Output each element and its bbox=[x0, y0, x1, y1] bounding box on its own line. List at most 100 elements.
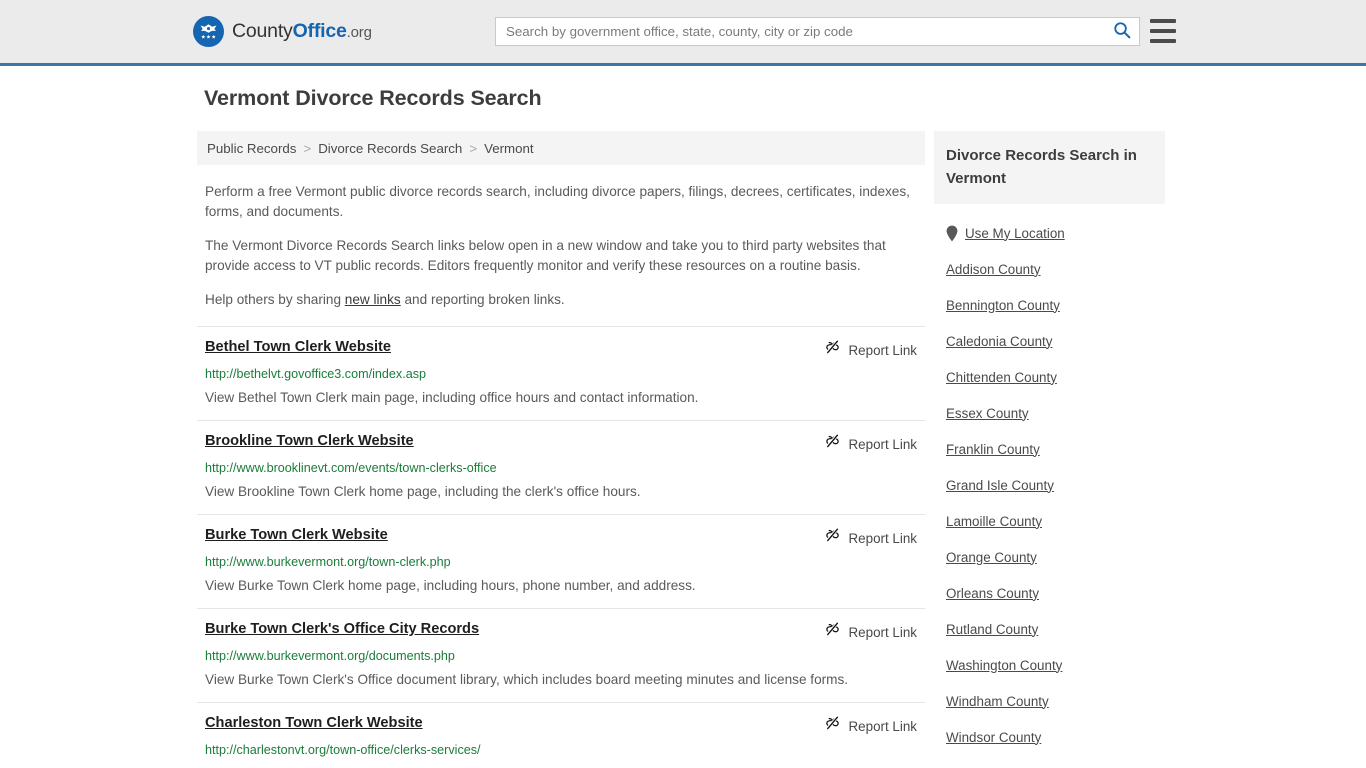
listing-item: Bethel Town Clerk Website Report Link ht… bbox=[197, 326, 925, 420]
county-link[interactable]: Rutland County bbox=[946, 622, 1038, 637]
sidebar-item-use-my-location[interactable]: Use My Location bbox=[946, 215, 1165, 251]
breadcrumb: Public Records > Divorce Records Search … bbox=[197, 131, 925, 165]
broken-link-icon bbox=[824, 527, 841, 549]
breadcrumb-item-vermont: Vermont bbox=[484, 140, 534, 156]
sidebar-item-county[interactable]: Essex County bbox=[946, 395, 1165, 431]
county-link[interactable]: Windsor County bbox=[946, 730, 1041, 745]
sidebar-item-county[interactable]: Caledonia County bbox=[946, 323, 1165, 359]
county-link[interactable]: Orleans County bbox=[946, 586, 1039, 601]
menu-bar-3 bbox=[1150, 39, 1176, 43]
menu-bar-1 bbox=[1150, 19, 1176, 23]
sidebar-item-county[interactable]: Washington County bbox=[946, 647, 1165, 683]
listing-description: View Burke Town Clerk home page, includi… bbox=[205, 578, 696, 593]
listing-title-link[interactable]: Burke Town Clerk Website bbox=[205, 526, 388, 545]
page-title: Vermont Divorce Records Search bbox=[204, 86, 542, 110]
report-link-button[interactable]: Report Link bbox=[824, 433, 917, 455]
sidebar-item-county[interactable]: Chittenden County bbox=[946, 359, 1165, 395]
sidebar-item-county[interactable]: Lamoille County bbox=[946, 503, 1165, 539]
sidebar-item-county[interactable]: Windsor County bbox=[946, 719, 1165, 755]
sidebar-panel-title: Divorce Records Search in Vermont bbox=[934, 131, 1165, 204]
report-link-label: Report Link bbox=[848, 342, 917, 358]
county-link[interactable]: Orange County bbox=[946, 550, 1037, 565]
sidebar-item-county[interactable]: Bennington County bbox=[946, 287, 1165, 323]
search-bar bbox=[495, 17, 1140, 46]
report-link-label: Report Link bbox=[848, 436, 917, 452]
sidebar-item-county[interactable]: Orange County bbox=[946, 539, 1165, 575]
brand-office: Office bbox=[292, 20, 347, 42]
intro-p3-before: Help others by sharing bbox=[205, 292, 345, 307]
listing-url-link[interactable]: http://www.burkevermont.org/documents.ph… bbox=[205, 648, 917, 665]
county-link[interactable]: Grand Isle County bbox=[946, 478, 1054, 493]
listing-item: Charleston Town Clerk Website Report Lin… bbox=[197, 702, 925, 768]
main-content: Public Records > Divorce Records Search … bbox=[197, 131, 925, 768]
report-link-button[interactable]: Report Link bbox=[824, 339, 917, 361]
report-link-label: Report Link bbox=[848, 530, 917, 546]
listing-title-link[interactable]: Charleston Town Clerk Website bbox=[205, 714, 423, 733]
report-link-label: Report Link bbox=[848, 718, 917, 734]
county-link[interactable]: Addison County bbox=[946, 262, 1041, 277]
broken-link-icon bbox=[824, 339, 841, 361]
listing-title-link[interactable]: Brookline Town Clerk Website bbox=[205, 432, 414, 451]
brand-org: .org bbox=[346, 24, 372, 41]
search-icon bbox=[1113, 21, 1131, 42]
sidebar-item-county[interactable]: Franklin County bbox=[946, 431, 1165, 467]
breadcrumb-separator: > bbox=[469, 140, 478, 156]
listing-title-link[interactable]: Burke Town Clerk's Office City Records bbox=[205, 620, 479, 639]
listing-description: View Charleston Town Clerk home page, in… bbox=[205, 764, 917, 768]
sidebar-item-county[interactable]: Rutland County bbox=[946, 611, 1165, 647]
broken-link-icon bbox=[824, 433, 841, 455]
listing-url-link[interactable]: http://www.burkevermont.org/town-clerk.p… bbox=[205, 554, 917, 571]
sidebar-item-county[interactable]: Addison County bbox=[946, 251, 1165, 287]
county-link[interactable]: Bennington County bbox=[946, 298, 1060, 313]
brand-wordmark: CountyOffice.org bbox=[232, 20, 372, 43]
sidebar-item-county[interactable]: Orleans County bbox=[946, 575, 1165, 611]
intro-text: Perform a free Vermont public divorce re… bbox=[197, 182, 925, 310]
listing-item: Brookline Town Clerk Website Report Link bbox=[197, 420, 925, 514]
county-link[interactable]: Chittenden County bbox=[946, 370, 1057, 385]
site-header: CountyOffice.org bbox=[0, 0, 1366, 66]
breadcrumb-separator: > bbox=[303, 140, 312, 156]
listing-url-link[interactable]: http://bethelvt.govoffice3.com/index.asp bbox=[205, 366, 917, 383]
new-links-link[interactable]: new links bbox=[345, 292, 401, 307]
county-link[interactable]: Caledonia County bbox=[946, 334, 1052, 349]
intro-paragraph-1: Perform a free Vermont public divorce re… bbox=[205, 184, 910, 219]
broken-link-icon bbox=[824, 715, 841, 737]
brand-county: County bbox=[232, 20, 293, 42]
sidebar-item-county[interactable]: Windham County bbox=[946, 683, 1165, 719]
report-link-button[interactable]: Report Link bbox=[824, 715, 917, 737]
site-logo[interactable]: CountyOffice.org bbox=[193, 16, 372, 47]
eagle-stars-emblem-icon bbox=[193, 16, 224, 47]
intro-paragraph-2: The Vermont Divorce Records Search links… bbox=[205, 238, 886, 273]
county-link[interactable]: Windham County bbox=[946, 694, 1049, 709]
county-link[interactable]: Franklin County bbox=[946, 442, 1040, 457]
intro-p3-after: and reporting broken links. bbox=[400, 292, 565, 307]
report-link-button[interactable]: Report Link bbox=[824, 621, 917, 643]
menu-bar-2 bbox=[1150, 29, 1176, 33]
sidebar: Divorce Records Search in Vermont Use My… bbox=[934, 131, 1165, 768]
listing-title-link[interactable]: Bethel Town Clerk Website bbox=[205, 338, 391, 357]
listing-description: View Bethel Town Clerk main page, includ… bbox=[205, 390, 699, 405]
report-link-label: Report Link bbox=[848, 624, 917, 640]
county-link[interactable]: Washington County bbox=[946, 658, 1062, 673]
county-link[interactable]: Lamoille County bbox=[946, 514, 1042, 529]
intro-paragraph-3: Help others by sharing new links and rep… bbox=[197, 290, 925, 310]
listing-description: View Burke Town Clerk's Office document … bbox=[205, 672, 849, 687]
sidebar-links: Use My Location Addison County Benningto… bbox=[934, 215, 1165, 755]
breadcrumb-item-public-records[interactable]: Public Records bbox=[207, 141, 296, 156]
page-body: Vermont Divorce Records Search Public Re… bbox=[0, 66, 1366, 768]
hamburger-menu-icon[interactable] bbox=[1150, 19, 1176, 43]
listing-url-link[interactable]: http://charlestonvt.org/town-office/cler… bbox=[205, 742, 917, 759]
use-my-location-link[interactable]: Use My Location bbox=[965, 226, 1065, 241]
search-input[interactable] bbox=[496, 18, 1105, 45]
listing-description: View Brookline Town Clerk home page, inc… bbox=[205, 484, 641, 499]
listing-url-link[interactable]: http://www.brooklinevt.com/events/town-c… bbox=[205, 460, 917, 477]
map-pin-icon bbox=[946, 225, 958, 242]
report-link-button[interactable]: Report Link bbox=[824, 527, 917, 549]
search-button[interactable] bbox=[1105, 18, 1139, 45]
listing-item: Burke Town Clerk Website Report Link htt… bbox=[197, 514, 925, 608]
sidebar-item-county[interactable]: Grand Isle County bbox=[946, 467, 1165, 503]
breadcrumb-item-divorce-records-search[interactable]: Divorce Records Search bbox=[318, 141, 462, 156]
broken-link-icon bbox=[824, 621, 841, 643]
county-link[interactable]: Essex County bbox=[946, 406, 1029, 421]
listing-item: Burke Town Clerk's Office City Records R… bbox=[197, 608, 925, 702]
